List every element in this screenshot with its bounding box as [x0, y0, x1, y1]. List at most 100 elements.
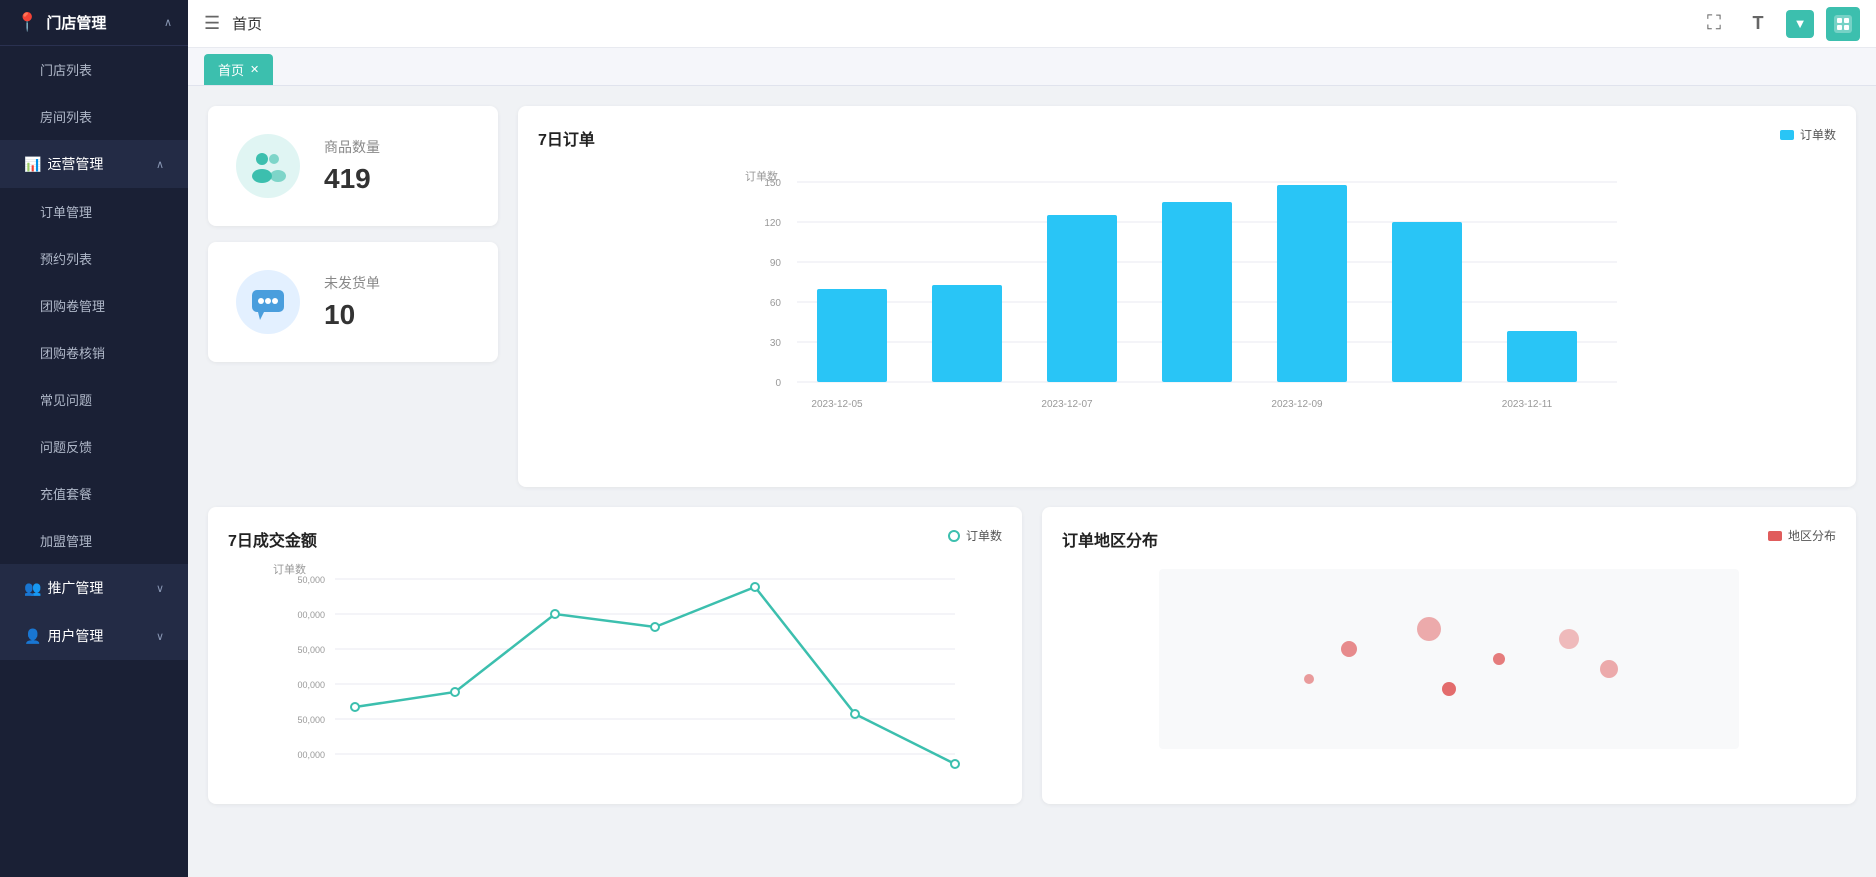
- line-chart-card: 7日成交金额 订单数 订单数 50,000 00,000 50,000: [208, 507, 1022, 804]
- bar-legend-dot: [1780, 130, 1794, 140]
- svg-text:00,000: 00,000: [297, 750, 325, 760]
- unshipped-value: 10: [324, 299, 380, 331]
- main-area: ☰ 首页 ⛶ T ▼ 首页 ✕: [188, 0, 1876, 877]
- sidebar-item-order-mgmt[interactable]: 订单管理: [0, 188, 188, 235]
- region-chart-title: 订单地区分布: [1062, 527, 1158, 551]
- sidebar-item-ops-mgmt-label: 运营管理: [47, 154, 103, 174]
- logo-icon: 📍: [16, 12, 38, 33]
- avatar-button[interactable]: [1826, 7, 1860, 41]
- svg-text:2023-12-09: 2023-12-09: [1271, 399, 1323, 410]
- sidebar-item-franchise-mgmt[interactable]: 加盟管理: [0, 517, 188, 564]
- topbar-left: ☰ 首页: [204, 13, 262, 34]
- logo-text: 门店管理: [46, 12, 106, 33]
- sidebar-item-store-list[interactable]: 门店列表: [0, 46, 188, 93]
- sidebar-item-faq[interactable]: 常见问题: [0, 376, 188, 423]
- line-chart-svg: 订单数 50,000 00,000 50,000 00,000 50,000 0…: [228, 559, 1002, 779]
- svg-text:150: 150: [764, 178, 781, 189]
- sidebar-item-room-list[interactable]: 房间列表: [0, 93, 188, 140]
- font-size-button[interactable]: T: [1742, 8, 1774, 40]
- fullscreen-button[interactable]: ⛶: [1698, 8, 1730, 40]
- sidebar-item-group-coupon-mgmt[interactable]: 团购卷管理: [0, 282, 188, 329]
- svg-text:120: 120: [764, 218, 781, 229]
- ops-mgmt-icon: 📊: [24, 156, 41, 173]
- stat-card-goods: 商品数量 419: [208, 106, 498, 226]
- sidebar-item-promo-mgmt[interactable]: 👥 推广管理 ∨: [0, 564, 188, 612]
- svg-text:60: 60: [770, 298, 782, 309]
- region-chart-card: 订单地区分布 地区分布: [1042, 507, 1856, 804]
- line-legend-dot: [948, 530, 960, 542]
- promo-mgmt-chevron: ∨: [156, 582, 164, 595]
- tabs-bar: 首页 ✕: [188, 48, 1876, 86]
- sidebar-item-order-mgmt-label: 订单管理: [40, 202, 92, 221]
- svg-text:00,000: 00,000: [297, 610, 325, 620]
- promo-mgmt-icon: 👥: [24, 580, 41, 597]
- region-chart-legend: 地区分布: [1768, 527, 1836, 544]
- line-legend-label: 订单数: [966, 527, 1002, 544]
- svg-text:50,000: 50,000: [297, 575, 325, 585]
- sidebar: 📍 门店管理 ∧ 门店列表 房间列表 📊 运营管理 ∧ 订单管理 预约列表 团购…: [0, 0, 188, 877]
- topbar-right: ⛶ T ▼: [1698, 7, 1860, 41]
- sidebar-item-promo-mgmt-label: 推广管理: [47, 578, 103, 598]
- sidebar-item-group-coupon-mgmt-label: 团购卷管理: [40, 296, 105, 315]
- sidebar-logo: 📍 门店管理 ∧: [0, 0, 188, 46]
- bar-chart-title: 7日订单: [538, 126, 595, 150]
- sidebar-item-store-list-label: 门店列表: [40, 60, 92, 79]
- goods-value: 419: [324, 163, 380, 195]
- sidebar-item-user-mgmt-label: 用户管理: [47, 626, 103, 646]
- goods-info: 商品数量 419: [324, 137, 380, 195]
- sidebar-item-feedback[interactable]: 问题反馈: [0, 423, 188, 470]
- sidebar-item-group-coupon-verify[interactable]: 团购卷核销: [0, 329, 188, 376]
- user-mgmt-icon: 👤: [24, 628, 41, 645]
- content-area: 商品数量 419: [188, 86, 1876, 877]
- svg-text:30: 30: [770, 338, 782, 349]
- stat-card-unshipped: 未发货单 10: [208, 242, 498, 362]
- unshipped-info: 未发货单 10: [324, 273, 380, 331]
- sidebar-item-faq-label: 常见问题: [40, 390, 92, 409]
- region-legend-dot: [1768, 531, 1782, 541]
- topbar-title: 首页: [232, 13, 262, 34]
- sidebar-item-ops-mgmt[interactable]: 📊 运营管理 ∧: [0, 140, 188, 188]
- tab-home-label: 首页: [218, 60, 244, 79]
- svg-text:50,000: 50,000: [297, 645, 325, 655]
- sidebar-item-reservation-list-label: 预约列表: [40, 249, 92, 268]
- top-section: 商品数量 419: [208, 106, 1856, 487]
- user-mgmt-chevron: ∨: [156, 630, 164, 643]
- sidebar-item-recharge-pkg[interactable]: 充值套餐: [0, 470, 188, 517]
- bar-chart-legend: 订单数: [1780, 126, 1836, 143]
- bar-chart-card: 7日订单 订单数 订单数 150 120 90: [518, 106, 1856, 487]
- bar-chart-svg: 订单数 150 120 90 60 30 0: [538, 162, 1836, 462]
- svg-text:0: 0: [775, 378, 781, 389]
- bottom-charts: 7日成交金额 订单数 订单数 50,000 00,000 50,000: [208, 507, 1856, 804]
- svg-text:2023-12-05: 2023-12-05: [811, 399, 863, 410]
- goods-icon: [236, 134, 300, 198]
- sidebar-item-group-coupon-verify-label: 团购卷核销: [40, 343, 105, 362]
- tab-home[interactable]: 首页 ✕: [204, 54, 273, 85]
- menu-icon[interactable]: ☰: [204, 13, 220, 34]
- ops-mgmt-chevron: ∧: [156, 158, 164, 171]
- avatar-icon: [1832, 13, 1854, 35]
- svg-text:2023-12-11: 2023-12-11: [1502, 399, 1553, 410]
- logo-chevron: ∧: [164, 16, 172, 29]
- stat-cards: 商品数量 419: [208, 106, 498, 362]
- sidebar-item-recharge-pkg-label: 充值套餐: [40, 484, 92, 503]
- line-chart-title: 7日成交金额: [228, 527, 317, 551]
- sidebar-item-room-list-label: 房间列表: [40, 107, 92, 126]
- dropdown-button[interactable]: ▼: [1786, 10, 1814, 38]
- topbar: ☰ 首页 ⛶ T ▼: [188, 0, 1876, 48]
- sidebar-item-feedback-label: 问题反馈: [40, 437, 92, 456]
- svg-text:50,000: 50,000: [297, 715, 325, 725]
- sidebar-item-user-mgmt[interactable]: 👤 用户管理 ∨: [0, 612, 188, 660]
- unshipped-label: 未发货单: [324, 273, 380, 293]
- region-chart-placeholder: [1062, 559, 1836, 759]
- tab-home-close[interactable]: ✕: [250, 63, 259, 76]
- bar-legend-label: 订单数: [1800, 126, 1836, 143]
- unshipped-icon: [236, 270, 300, 334]
- svg-text:00,000: 00,000: [297, 680, 325, 690]
- svg-text:2023-12-07: 2023-12-07: [1041, 399, 1093, 410]
- region-legend-label: 地区分布: [1788, 527, 1836, 544]
- goods-label: 商品数量: [324, 137, 380, 157]
- sidebar-item-reservation-list[interactable]: 预约列表: [0, 235, 188, 282]
- sidebar-item-franchise-mgmt-label: 加盟管理: [40, 531, 92, 550]
- svg-text:90: 90: [770, 258, 782, 269]
- line-chart-legend: 订单数: [948, 527, 1002, 544]
